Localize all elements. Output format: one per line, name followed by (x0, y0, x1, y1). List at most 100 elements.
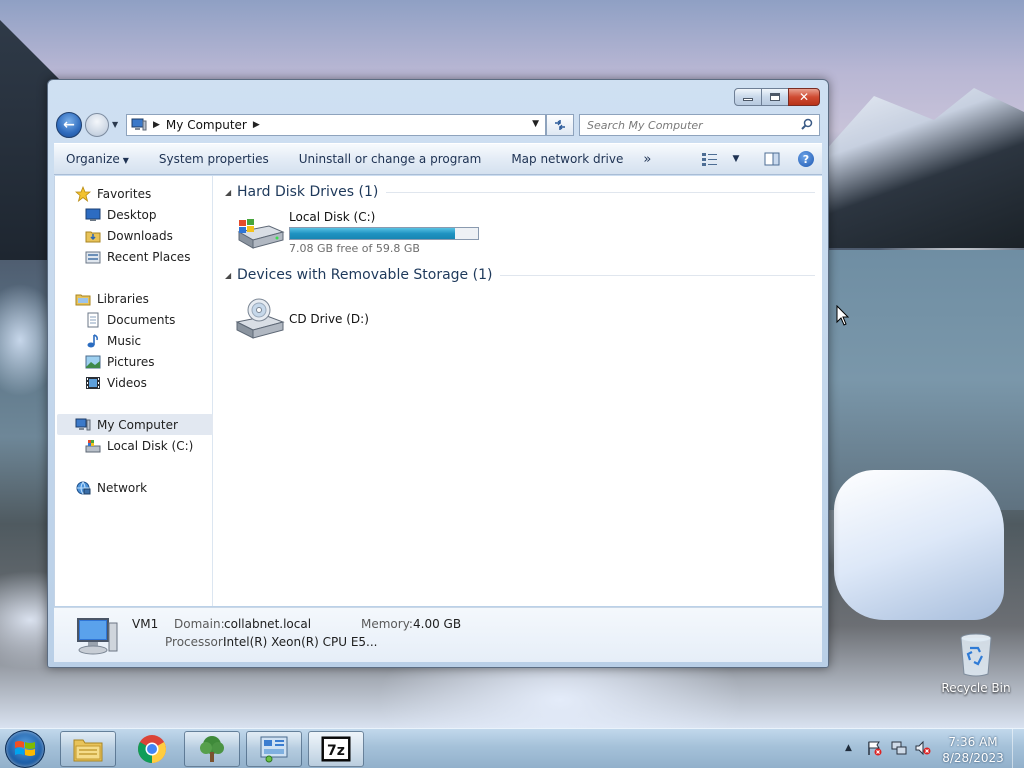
navigation-pane: Favorites Desktop Downloads Recent Place… (55, 176, 213, 606)
uninstall-program-button[interactable]: Uninstall or change a program (299, 152, 482, 166)
computer-name: VM1 (132, 617, 159, 631)
nav-music-label: Music (107, 333, 142, 348)
more-commands-button[interactable]: » (643, 152, 651, 167)
nav-pictures[interactable]: Pictures (85, 351, 155, 372)
preview-pane-button[interactable] (762, 150, 782, 168)
libraries-icon (75, 291, 91, 307)
command-bar: Organize ▼ System properties Uninstall or… (54, 143, 822, 175)
7zip-icon: 7z (321, 736, 351, 762)
folder-icon (73, 739, 103, 762)
minimize-button[interactable] (734, 88, 762, 106)
nav-libraries[interactable]: Libraries (75, 288, 149, 309)
control-panel-icon (260, 736, 288, 763)
taskbar-chrome[interactable] (124, 731, 180, 767)
view-dropdown-button[interactable]: ▼ (726, 150, 746, 168)
action-center-flag-icon[interactable] (866, 740, 882, 756)
taskbar-control-panel[interactable] (246, 731, 302, 767)
pictures-icon (85, 354, 101, 370)
nav-documents-label: Documents (107, 312, 176, 327)
nav-network[interactable]: Network (75, 477, 147, 498)
recycle-bin[interactable]: Recycle Bin (940, 632, 1012, 695)
hard-drive-icon (85, 438, 101, 454)
view-options-icon (702, 153, 717, 166)
processor-label: Processor: (165, 635, 227, 649)
nav-videos[interactable]: Videos (85, 372, 147, 393)
search-icon[interactable] (800, 118, 814, 132)
breadcrumb-chevron-icon[interactable]: ▶ (253, 120, 260, 130)
videos-icon (85, 375, 101, 391)
group-divider (500, 274, 815, 276)
collapse-triangle-icon[interactable]: ◢ (225, 271, 237, 280)
computer-large-icon (77, 618, 118, 655)
collapse-triangle-icon[interactable]: ◢ (225, 188, 237, 197)
group-header-hard-disk-drives[interactable]: ◢ Hard Disk Drives (1) (225, 184, 815, 200)
group-header-removable-storage[interactable]: ◢ Devices with Removable Storage (1) (225, 267, 815, 283)
taskbar-windows-explorer[interactable] (60, 731, 116, 767)
organize-menu[interactable]: Organize ▼ (66, 152, 129, 166)
computer-icon (75, 417, 91, 433)
nav-downloads-label: Downloads (107, 228, 173, 243)
chevron-down-icon: ▼ (732, 154, 740, 164)
close-button[interactable]: ✕ (788, 88, 820, 106)
wallpaper-ice (834, 470, 1004, 620)
nav-favorites-label: Favorites (97, 186, 152, 201)
group-divider (386, 191, 815, 193)
star-icon (75, 185, 91, 202)
refresh-button[interactable] (546, 114, 574, 136)
minimize-icon (743, 98, 753, 101)
domain-label: Domain: (174, 617, 225, 631)
start-button[interactable] (5, 730, 45, 768)
recycle-bin-icon (960, 633, 992, 677)
nav-recent-places[interactable]: Recent Places (85, 246, 190, 267)
breadcrumb-my-computer[interactable]: My Computer (166, 118, 247, 132)
nav-downloads[interactable]: Downloads (85, 225, 173, 246)
computer-icon (131, 118, 147, 131)
chrome-icon (138, 735, 166, 763)
system-properties-button[interactable]: System properties (159, 152, 269, 166)
nav-favorites[interactable]: Favorites (75, 183, 151, 204)
show-desktop-button[interactable] (1012, 729, 1024, 768)
nav-recent-places-label: Recent Places (107, 249, 191, 264)
help-button[interactable]: ? (798, 151, 814, 167)
search-box[interactable] (579, 114, 820, 136)
nav-documents[interactable]: Documents (85, 309, 175, 330)
back-arrow-icon: ← (63, 117, 75, 133)
taskbar-7zip[interactable]: 7z (308, 731, 364, 767)
downloads-folder-icon (85, 228, 101, 244)
nav-libraries-label: Libraries (97, 291, 149, 306)
system-clock[interactable]: 7:36 AM 8/28/2023 (940, 734, 1006, 766)
drive-c-details: Local Disk (C:) 7.08 GB free of 59.8 GB (289, 210, 479, 255)
address-bar[interactable]: ▶ My Computer ▶ ▼ (126, 114, 546, 136)
drive-c-usage-fill (290, 228, 456, 239)
recent-pages-dropdown[interactable]: ▼ (112, 120, 118, 129)
recent-places-icon (85, 249, 101, 265)
refresh-icon (555, 120, 565, 130)
cd-drive-icon (235, 298, 285, 339)
nav-pictures-label: Pictures (107, 354, 155, 369)
processor-value: Intel(R) Xeon(R) CPU E5... (223, 635, 378, 649)
forward-button[interactable] (85, 113, 109, 137)
breadcrumb-separator-icon[interactable]: ▶ (153, 120, 160, 130)
volume-muted-icon[interactable] (915, 740, 931, 756)
search-input[interactable] (587, 118, 792, 132)
nav-music[interactable]: Music (85, 330, 141, 351)
network-tray-icon[interactable] (891, 740, 907, 756)
maximize-button[interactable] (761, 88, 789, 106)
drive-cd-d[interactable]: CD Drive (D:) (235, 296, 369, 342)
domain-value: collabnet.local (224, 617, 312, 631)
taskbar-tree-app[interactable] (184, 731, 240, 767)
nav-local-disk[interactable]: Local Disk (C:) (85, 435, 193, 456)
nav-desktop[interactable]: Desktop (85, 204, 157, 225)
group-header-hdd-label: Hard Disk Drives (1) (237, 184, 379, 200)
nav-my-computer[interactable]: My Computer (75, 414, 178, 435)
show-hidden-icons-button[interactable]: ▲ (845, 743, 852, 753)
drive-local-disk-c[interactable]: Local Disk (C:) 7.08 GB free of 59.8 GB (235, 210, 479, 255)
desktop-icon (85, 207, 101, 223)
group-header-removable-label: Devices with Removable Storage (1) (237, 267, 493, 283)
map-network-drive-button[interactable]: Map network drive (511, 152, 623, 166)
chevron-down-icon: ▼ (122, 156, 129, 165)
address-dropdown-icon[interactable]: ▼ (532, 119, 539, 129)
change-view-button[interactable] (700, 150, 720, 168)
back-button[interactable]: ← (56, 112, 82, 138)
tree-icon (200, 736, 224, 762)
